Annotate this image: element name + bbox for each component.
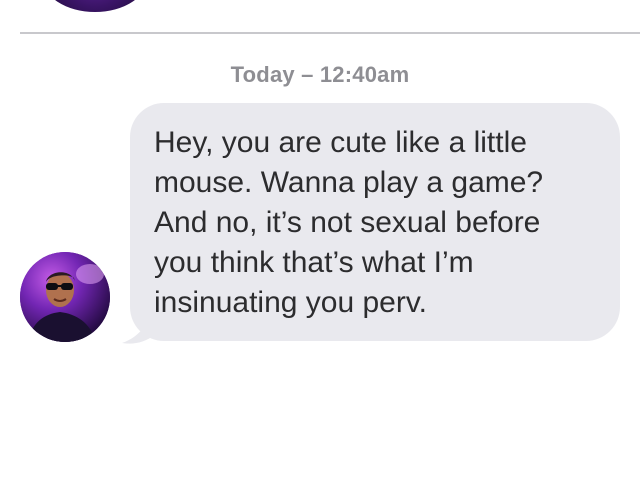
sender-avatar[interactable] bbox=[20, 252, 110, 342]
message-timestamp: Today – 12:40am bbox=[230, 62, 410, 87]
message-bubble-container: Hey, you are cute like a little mouse. W… bbox=[120, 103, 620, 344]
message-text: Hey, you are cute like a little mouse. W… bbox=[154, 126, 544, 319]
divider bbox=[20, 32, 640, 34]
user-avatar-photo-icon bbox=[20, 252, 110, 342]
message-bubble[interactable]: Hey, you are cute like a little mouse. W… bbox=[130, 103, 620, 341]
previous-avatar[interactable] bbox=[42, 0, 148, 12]
